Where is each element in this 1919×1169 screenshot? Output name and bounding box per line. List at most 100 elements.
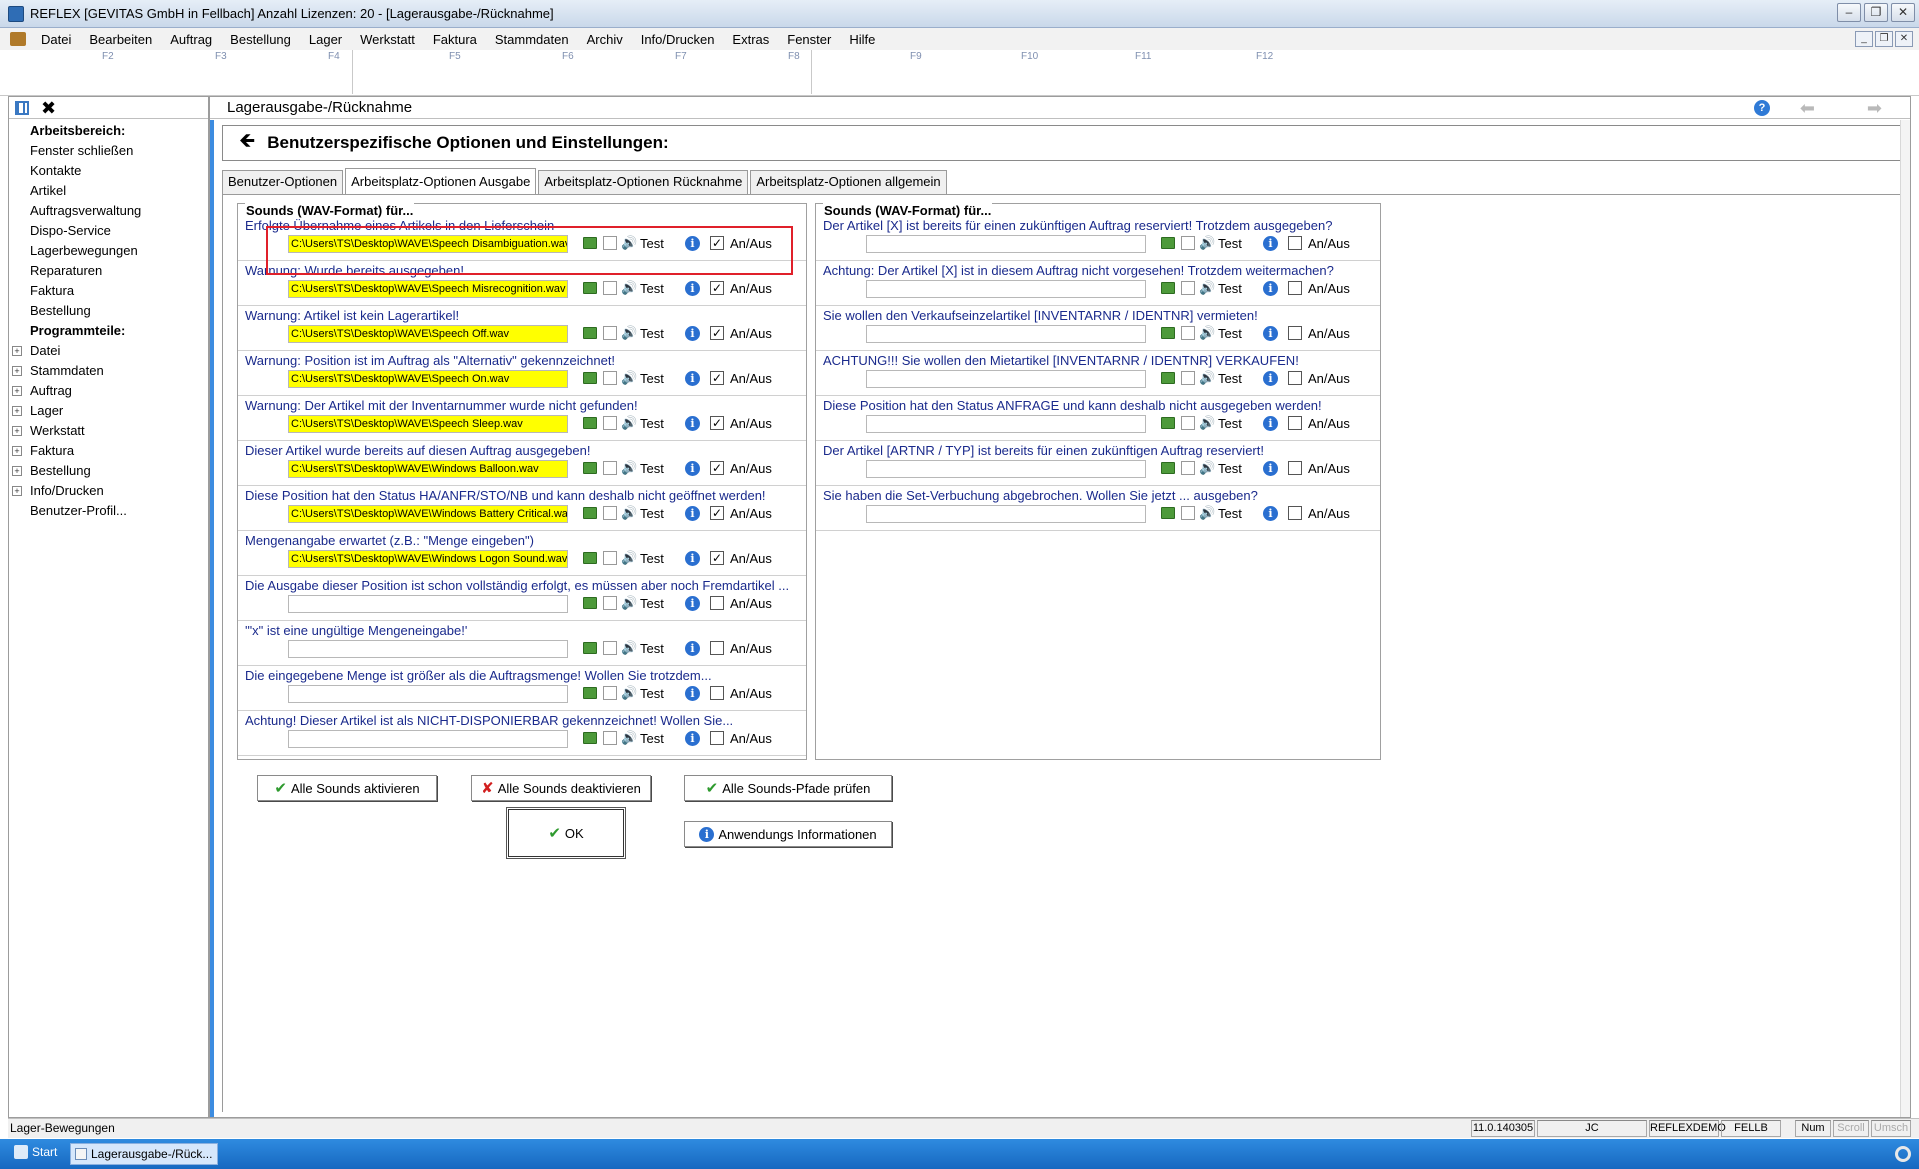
folder-icon[interactable] [583,597,597,609]
expand-plus-icon[interactable]: + [12,446,22,456]
menu-fenster[interactable]: Fenster [778,32,840,47]
sidebar-item[interactable]: Dispo-Service [9,221,208,241]
test-label[interactable]: Test [640,731,664,746]
test-checkbox[interactable] [603,416,617,430]
sidebar-item[interactable]: + Auftrag [9,381,208,401]
folder-icon[interactable] [1161,237,1175,249]
info-icon[interactable]: i [685,686,700,701]
test-checkbox[interactable] [1181,416,1195,430]
mdi-restore-button[interactable]: ❐ [1875,31,1893,47]
speaker-icon[interactable]: 🔊 [1199,415,1215,431]
menu-faktura[interactable]: Faktura [424,32,486,47]
test-label[interactable]: Test [640,596,664,611]
enable-checkbox[interactable] [710,596,724,610]
speaker-icon[interactable]: 🔊 [621,415,637,431]
speaker-icon[interactable]: 🔊 [621,505,637,521]
menu-bearbeiten[interactable]: Bearbeiten [80,32,161,47]
folder-icon[interactable] [583,642,597,654]
sound-path-input[interactable]: C:\Users\TS\Desktop\WAVE\Windows Balloon… [288,460,568,478]
enable-checkbox[interactable] [1288,326,1302,340]
expand-plus-icon[interactable]: + [12,366,22,376]
folder-icon[interactable] [1161,327,1175,339]
back-nav-icon[interactable]: ⬅ [1800,98,1815,119]
expand-plus-icon[interactable]: + [12,426,22,436]
sidebar-item[interactable]: + Lager [9,401,208,421]
test-label[interactable]: Test [640,641,664,656]
sidebar-item[interactable]: + Stammdaten [9,361,208,381]
test-label[interactable]: Test [640,326,664,341]
test-label[interactable]: Test [640,686,664,701]
app-info-button[interactable]: i Anwendungs Informationen [684,821,892,847]
enable-checkbox[interactable]: ✓ [710,281,724,295]
menu-app-icon[interactable] [10,32,26,46]
sidebar-item[interactable]: Lagerbewegungen [9,241,208,261]
window-minimize-button[interactable]: – [1837,3,1861,22]
folder-icon[interactable] [583,417,597,429]
sidebar-item[interactable]: + Faktura [9,441,208,461]
test-checkbox[interactable] [1181,371,1195,385]
enable-checkbox[interactable]: ✓ [710,416,724,430]
activate-all-sounds-button[interactable]: ✔ Alle Sounds aktivieren [257,775,437,801]
folder-icon[interactable] [583,687,597,699]
sound-path-input[interactable] [288,730,568,748]
speaker-icon[interactable]: 🔊 [621,640,637,656]
sound-path-input[interactable] [866,505,1146,523]
test-checkbox[interactable] [603,326,617,340]
menu-bestellung[interactable]: Bestellung [221,32,300,47]
folder-icon[interactable] [583,327,597,339]
enable-checkbox[interactable] [1288,281,1302,295]
sound-path-input[interactable] [866,235,1146,253]
check-sound-paths-button[interactable]: ✔ Alle Sounds-Pfade prüfen [684,775,892,801]
sound-path-input[interactable] [866,370,1146,388]
folder-icon[interactable] [583,462,597,474]
test-checkbox[interactable] [603,596,617,610]
info-icon[interactable]: i [1263,506,1278,521]
folder-icon[interactable] [583,372,597,384]
speaker-icon[interactable]: 🔊 [1199,280,1215,296]
speaker-icon[interactable]: 🔊 [1199,325,1215,341]
test-checkbox[interactable] [1181,281,1195,295]
fkey-f7[interactable]: F7 [675,51,687,62]
help-icon[interactable]: ? [1754,100,1770,116]
test-checkbox[interactable] [1181,236,1195,250]
sound-path-input[interactable] [866,415,1146,433]
sidebar-item[interactable]: + Datei [9,341,208,361]
mdi-close-button[interactable]: ✕ [1895,31,1913,47]
close-icon[interactable]: ✖ [41,99,56,117]
enable-checkbox[interactable] [710,731,724,745]
tab-arbeitsplatz-ruecknahme[interactable]: Arbeitsplatz-Optionen Rücknahme [538,170,749,194]
info-icon[interactable]: i [1263,326,1278,341]
test-checkbox[interactable] [603,506,617,520]
test-label[interactable]: Test [640,281,664,296]
enable-checkbox[interactable]: ✓ [710,461,724,475]
fkey-f4[interactable]: F4 [328,51,340,62]
speaker-icon[interactable]: 🔊 [1199,505,1215,521]
speaker-icon[interactable]: 🔊 [1199,235,1215,251]
test-checkbox[interactable] [603,686,617,700]
test-label[interactable]: Test [640,551,664,566]
info-icon[interactable]: i [1263,371,1278,386]
forward-nav-icon[interactable]: ➡ [1867,98,1882,119]
sound-path-input[interactable]: C:\Users\TS\Desktop\WAVE\Speech Off.wav [288,325,568,343]
fkey-f8[interactable]: F8 [788,51,800,62]
info-icon[interactable]: i [685,326,700,341]
speaker-icon[interactable]: 🔊 [621,685,637,701]
sound-path-input[interactable]: C:\Users\TS\Desktop\WAVE\Windows Battery… [288,505,568,523]
enable-checkbox[interactable] [1288,461,1302,475]
test-label[interactable]: Test [1218,326,1242,341]
window-restore-button[interactable]: ❐ [1864,3,1888,22]
sidebar-item[interactable]: + Bestellung [9,461,208,481]
menu-extras[interactable]: Extras [723,32,778,47]
sidebar-item[interactable]: Kontakte [9,161,208,181]
folder-icon[interactable] [1161,507,1175,519]
test-checkbox[interactable] [603,551,617,565]
test-label[interactable]: Test [1218,236,1242,251]
fkey-f11[interactable]: F11 [1135,51,1152,62]
info-icon[interactable]: i [685,641,700,656]
info-icon[interactable]: i [685,506,700,521]
sound-path-input[interactable] [866,325,1146,343]
info-icon[interactable]: i [685,281,700,296]
expand-plus-icon[interactable]: + [12,346,22,356]
vertical-scrollbar[interactable] [1900,120,1910,1117]
enable-checkbox[interactable]: ✓ [710,551,724,565]
